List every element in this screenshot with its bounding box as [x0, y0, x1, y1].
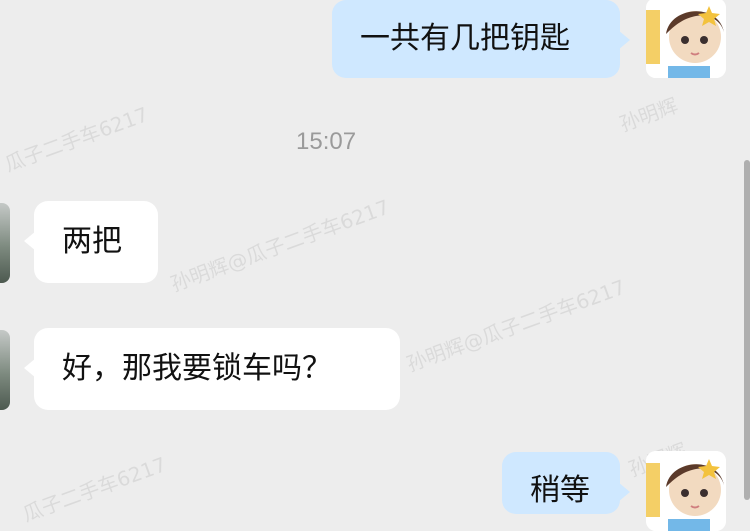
other-avatar-2[interactable] — [0, 330, 10, 410]
watermark-2: 孙明辉@瓜子二手车6217 — [167, 194, 393, 297]
other-avatar-1[interactable] — [0, 203, 10, 283]
watermark-5: 孙明辉 — [616, 93, 681, 137]
cartoon-boy-avatar — [646, 0, 726, 78]
message-bubble-other-1[interactable]: 两把 — [24, 201, 158, 283]
message-text: 两把 — [62, 224, 122, 259]
message-bubble-self-2[interactable]: 稍等 — [502, 452, 630, 514]
cartoon-boy-avatar — [646, 451, 726, 531]
watermark-4: 瓜子二手车6217 — [19, 452, 170, 527]
message-text: 稍等 — [530, 473, 590, 508]
message-text: 好，那我要锁车吗？ — [62, 351, 332, 386]
message-timestamp: 15:07 — [296, 128, 357, 155]
watermark-3: 孙明辉@瓜子二手车6217 — [403, 274, 629, 377]
photo-avatar — [0, 203, 10, 283]
scroll-indicator[interactable] — [744, 160, 750, 500]
message-bubble-self-1[interactable]: 一共有几把钥匙 — [332, 0, 630, 78]
message-bubble-other-2[interactable]: 好，那我要锁车吗？ — [24, 328, 400, 410]
photo-avatar — [0, 330, 10, 410]
message-text: 一共有几把钥匙 — [360, 21, 570, 56]
self-avatar-1[interactable] — [646, 0, 726, 78]
self-avatar-2[interactable] — [646, 451, 726, 531]
watermark-1: 瓜子二手车6217 — [1, 102, 152, 177]
